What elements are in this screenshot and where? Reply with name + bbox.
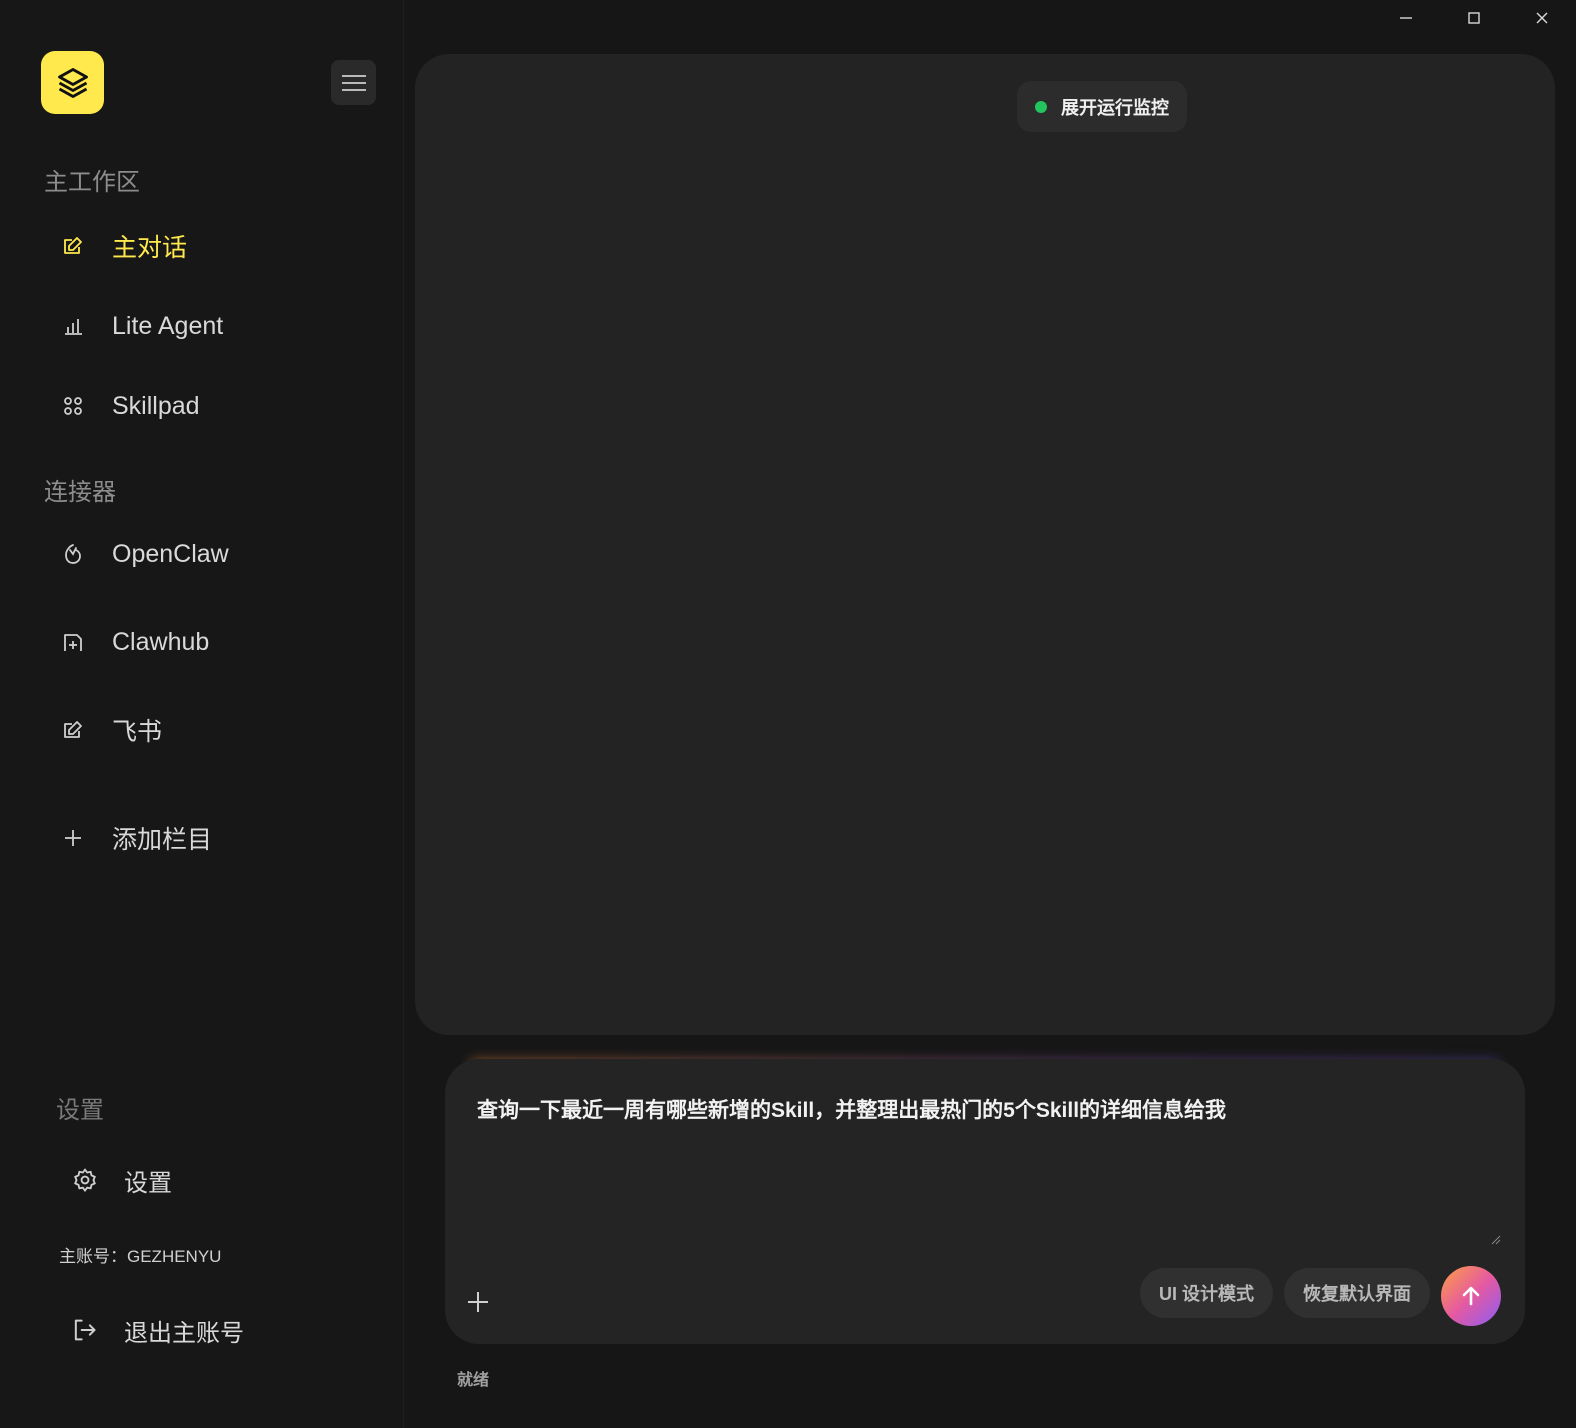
sidebar-item-main-chat[interactable]: 主对话 bbox=[60, 224, 187, 268]
sidebar-item-label: OpenClaw bbox=[112, 539, 229, 568]
edit-icon bbox=[60, 717, 86, 743]
sidebar-item-clawhub[interactable]: Clawhub bbox=[60, 620, 209, 664]
maximize-button[interactable] bbox=[1440, 0, 1508, 36]
close-button[interactable] bbox=[1508, 0, 1576, 36]
main-panel: 展开运行监控 bbox=[415, 54, 1555, 1035]
logout-button[interactable]: 退出主账号 bbox=[70, 1310, 244, 1350]
grid-dots-icon bbox=[60, 393, 86, 419]
settings-label: 设置 bbox=[124, 1169, 172, 1197]
claw-icon bbox=[60, 541, 86, 567]
add-column-label: 添加栏目 bbox=[112, 826, 213, 854]
arrow-up-icon bbox=[1462, 1286, 1480, 1306]
workspace-section-title: 主工作区 bbox=[44, 169, 140, 196]
reset-default-ui-button[interactable]: 恢复默认界面 bbox=[1284, 1268, 1430, 1318]
menu-toggle-button[interactable] bbox=[331, 60, 376, 105]
composer: UI 设计模式 恢复默认界面 bbox=[445, 1059, 1525, 1344]
expand-monitor-button[interactable]: 展开运行监控 bbox=[1017, 81, 1187, 132]
status-text: 就绪 bbox=[457, 1372, 490, 1389]
minimize-icon bbox=[1400, 17, 1412, 19]
maximize-icon bbox=[1468, 12, 1480, 24]
sidebar-item-label: Skillpad bbox=[112, 391, 200, 420]
connector-section-title: 连接器 bbox=[44, 479, 116, 506]
settings-button[interactable]: 设置 bbox=[72, 1162, 172, 1198]
logout-icon bbox=[70, 1316, 100, 1344]
plus-icon bbox=[468, 1292, 488, 1312]
app-window: 主工作区 主对话 Lite Agent Skillpad 连接器 OpenCla bbox=[0, 0, 1576, 1428]
sidebar: 主工作区 主对话 Lite Agent Skillpad 连接器 OpenCla bbox=[0, 0, 404, 1428]
monitor-label: 展开运行监控 bbox=[1061, 97, 1169, 118]
window-controls bbox=[1372, 0, 1576, 36]
account-label: 主账号：GEZHENYU bbox=[59, 1247, 222, 1266]
sidebar-item-skillpad[interactable]: Skillpad bbox=[60, 384, 200, 428]
resize-handle-icon[interactable] bbox=[1491, 1235, 1501, 1245]
edit-icon bbox=[60, 233, 86, 259]
sidebar-item-lite-agent[interactable]: Lite Agent bbox=[60, 304, 223, 348]
attach-button[interactable] bbox=[463, 1287, 493, 1317]
minimize-button[interactable] bbox=[1372, 0, 1440, 36]
ui-design-mode-button[interactable]: UI 设计模式 bbox=[1140, 1268, 1274, 1318]
add-column-button[interactable]: 添加栏目 bbox=[60, 816, 212, 860]
sidebar-item-openclaw[interactable]: OpenClaw bbox=[60, 532, 229, 576]
sidebar-item-feishu[interactable]: 飞书 bbox=[60, 708, 162, 752]
sidebar-item-label: 主对话 bbox=[112, 234, 188, 262]
hamburger-icon bbox=[341, 74, 366, 91]
settings-section-title: 设置 bbox=[56, 1097, 104, 1124]
bar-chart-icon bbox=[60, 313, 86, 339]
status-dot-icon bbox=[1035, 100, 1047, 113]
layers-icon bbox=[57, 67, 88, 98]
message-input[interactable] bbox=[477, 1097, 1477, 1121]
plus-icon bbox=[60, 825, 86, 851]
gear-icon bbox=[72, 1167, 98, 1193]
sidebar-item-label: 飞书 bbox=[112, 718, 163, 746]
hub-icon bbox=[60, 629, 86, 655]
sidebar-item-label: Clawhub bbox=[112, 627, 210, 656]
close-icon bbox=[1536, 12, 1548, 24]
send-button[interactable] bbox=[1441, 1266, 1501, 1326]
sidebar-item-label: Lite Agent bbox=[112, 311, 224, 340]
logout-label: 退出主账号 bbox=[124, 1319, 244, 1347]
app-logo[interactable] bbox=[41, 51, 104, 114]
